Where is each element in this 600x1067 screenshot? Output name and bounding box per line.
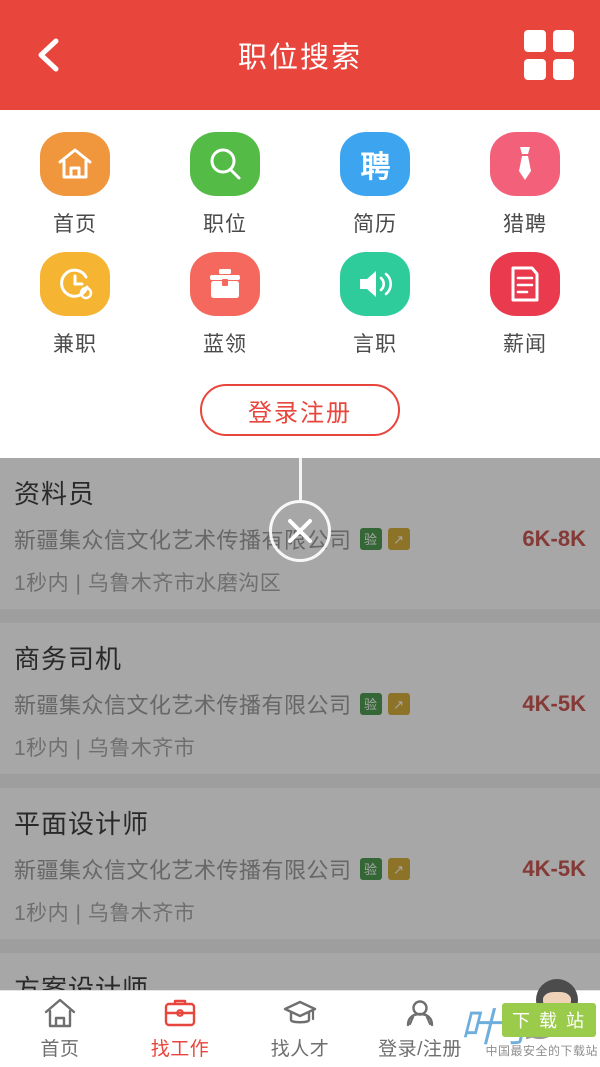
login-register-section: 登录注册 [0,366,600,458]
page-title: 职位搜索 [237,42,362,74]
grid-cell [552,30,574,52]
close-circle [269,500,331,562]
parttime-tile [40,252,110,316]
quick-nav-row-1: 首页 职位 聘 简历 猎聘 [0,122,600,242]
speaker-icon [360,271,392,297]
home-icon [58,148,92,179]
quick-nav-item-speak[interactable]: 言职 [300,242,450,362]
quick-nav-label: 蓝领 [203,333,247,356]
home-outline-icon [44,998,76,1028]
search-icon [210,148,241,180]
back-button[interactable] [26,32,72,78]
app-screen: 职位搜索 首页 职位 聘 简历 猎聘 兼职 蓝领 言职 薪闻 登录注册 资料员 … [0,0,600,1067]
quick-nav-item-resume[interactable]: 聘 简历 [300,122,450,242]
quick-nav-row-2: 兼职 蓝领 言职 薪闻 [0,242,600,362]
pointer-line [298,458,302,500]
necktie-icon [519,147,531,180]
person-outline-icon [406,1000,434,1027]
tab-home[interactable]: 首页 [0,997,120,1061]
toolbox-icon [210,269,240,298]
tab-login-register[interactable]: 登录/注册 [360,997,480,1061]
quick-nav-label: 言职 [353,333,397,356]
tab-chat[interactable] [480,1011,600,1048]
app-header: 职位搜索 [0,0,600,110]
close-overlay-button[interactable] [269,458,331,562]
tab-label: 找工作 [150,1039,210,1060]
headhunt-tile [490,132,560,196]
quick-nav-item-bluecollar[interactable]: 蓝领 [150,242,300,362]
document-icon [511,266,539,302]
tab-find-talent[interactable]: 找人才 [240,997,360,1061]
resume-tile: 聘 [340,132,410,196]
search-tile [190,132,260,196]
quick-nav-label: 首页 [53,213,97,236]
quick-nav-item-parttime[interactable]: 兼职 [0,242,150,362]
job-list[interactable]: 资料员 新疆集众信文化艺术传播有限公司 验 ↗ 6K-8K 1秒内 | 乌鲁木齐… [0,458,600,990]
tab-find-job[interactable]: 找工作 [120,997,240,1061]
news-tile [490,252,560,316]
quick-nav-item-jobs[interactable]: 职位 [150,122,300,242]
quick-nav-label: 兼职 [53,333,97,356]
quick-nav-label: 简历 [353,213,397,236]
chevron-left-icon [38,38,59,72]
chat-icon [524,1014,556,1039]
tab-label: 找人才 [270,1039,330,1060]
tab-label: 登录/注册 [378,1039,462,1060]
grid-menu-icon[interactable] [524,30,574,80]
quick-nav-item-news[interactable]: 薪闻 [450,242,600,362]
grid-cell [524,30,546,52]
quick-nav-item-home[interactable]: 首页 [0,122,150,242]
bottom-tab-bar: 首页 找工作 找人才 登录/注册 [0,990,600,1067]
grid-cell [524,58,546,80]
briefcase-outline-icon [164,999,196,1027]
quick-nav-grid: 首页 职位 聘 简历 猎聘 兼职 蓝领 言职 薪闻 [0,110,600,366]
quick-nav-label: 猎聘 [503,213,547,236]
quick-nav-label: 薪闻 [503,333,547,356]
login-register-button[interactable]: 登录注册 [200,384,400,436]
quick-nav-label: 职位 [203,213,247,236]
clock-icon [60,268,93,300]
tab-label: 首页 [40,1039,80,1060]
speak-tile [340,252,410,316]
close-x-icon [288,519,312,543]
pin-text-icon: 聘 [360,151,391,184]
home-tile [40,132,110,196]
bluecollar-tile [190,252,260,316]
quick-nav-item-headhunt[interactable]: 猎聘 [450,122,600,242]
graduation-cap-icon [283,1000,317,1024]
grid-cell [552,58,574,80]
